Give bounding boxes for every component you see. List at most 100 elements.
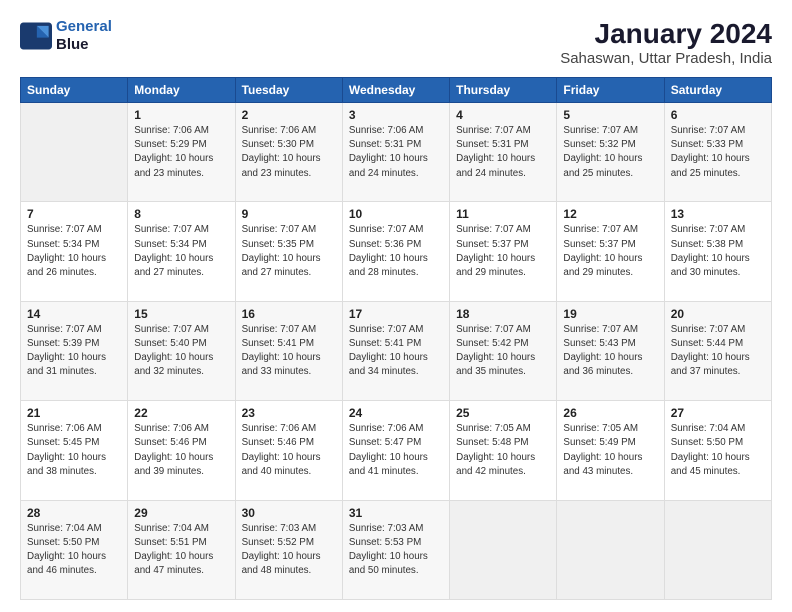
calendar-cell: 6 Sunrise: 7:07 AMSunset: 5:33 PMDayligh… [664,103,771,202]
calendar-cell: 4 Sunrise: 7:07 AMSunset: 5:31 PMDayligh… [450,103,557,202]
weekday-header: Thursday [450,78,557,103]
calendar-week-row: 28 Sunrise: 7:04 AMSunset: 5:50 PMDaylig… [21,500,772,599]
calendar-week-row: 7 Sunrise: 7:07 AMSunset: 5:34 PMDayligh… [21,202,772,301]
day-info: Sunrise: 7:07 AMSunset: 5:41 PMDaylight:… [349,324,428,378]
day-number: 15 [134,307,228,321]
calendar-cell: 20 Sunrise: 7:07 AMSunset: 5:44 PMDaylig… [664,301,771,400]
day-info: Sunrise: 7:07 AMSunset: 5:44 PMDaylight:… [671,324,750,378]
day-info: Sunrise: 7:07 AMSunset: 5:37 PMDaylight:… [456,224,535,278]
header: General Blue January 2024 Sahaswan, Utta… [20,18,772,67]
calendar-cell: 15 Sunrise: 7:07 AMSunset: 5:40 PMDaylig… [128,301,235,400]
day-number: 14 [27,307,121,321]
day-info: Sunrise: 7:06 AMSunset: 5:47 PMDaylight:… [349,423,428,477]
day-number: 22 [134,406,228,420]
day-info: Sunrise: 7:07 AMSunset: 5:36 PMDaylight:… [349,224,428,278]
calendar-cell: 26 Sunrise: 7:05 AMSunset: 5:49 PMDaylig… [557,401,664,500]
calendar-cell: 30 Sunrise: 7:03 AMSunset: 5:52 PMDaylig… [235,500,342,599]
day-number: 25 [456,406,550,420]
calendar-cell: 12 Sunrise: 7:07 AMSunset: 5:37 PMDaylig… [557,202,664,301]
title-block: January 2024 Sahaswan, Uttar Pradesh, In… [560,18,772,67]
day-number: 8 [134,207,228,221]
day-info: Sunrise: 7:07 AMSunset: 5:34 PMDaylight:… [134,224,213,278]
calendar-cell: 24 Sunrise: 7:06 AMSunset: 5:47 PMDaylig… [342,401,449,500]
day-info: Sunrise: 7:06 AMSunset: 5:29 PMDaylight:… [134,125,213,179]
calendar-cell: 16 Sunrise: 7:07 AMSunset: 5:41 PMDaylig… [235,301,342,400]
day-info: Sunrise: 7:07 AMSunset: 5:38 PMDaylight:… [671,224,750,278]
logo: General Blue [20,18,112,54]
day-number: 10 [349,207,443,221]
calendar-cell: 29 Sunrise: 7:04 AMSunset: 5:51 PMDaylig… [128,500,235,599]
calendar-cell: 27 Sunrise: 7:04 AMSunset: 5:50 PMDaylig… [664,401,771,500]
calendar-cell: 19 Sunrise: 7:07 AMSunset: 5:43 PMDaylig… [557,301,664,400]
day-info: Sunrise: 7:07 AMSunset: 5:31 PMDaylight:… [456,125,535,179]
day-info: Sunrise: 7:07 AMSunset: 5:41 PMDaylight:… [242,324,321,378]
day-number: 9 [242,207,336,221]
day-info: Sunrise: 7:03 AMSunset: 5:53 PMDaylight:… [349,523,428,577]
day-number: 2 [242,108,336,122]
day-info: Sunrise: 7:06 AMSunset: 5:30 PMDaylight:… [242,125,321,179]
calendar-cell: 22 Sunrise: 7:06 AMSunset: 5:46 PMDaylig… [128,401,235,500]
calendar-cell [557,500,664,599]
day-info: Sunrise: 7:06 AMSunset: 5:45 PMDaylight:… [27,423,106,477]
day-info: Sunrise: 7:04 AMSunset: 5:50 PMDaylight:… [27,523,106,577]
day-info: Sunrise: 7:05 AMSunset: 5:49 PMDaylight:… [563,423,642,477]
calendar-cell: 1 Sunrise: 7:06 AMSunset: 5:29 PMDayligh… [128,103,235,202]
calendar-cell: 9 Sunrise: 7:07 AMSunset: 5:35 PMDayligh… [235,202,342,301]
calendar-cell: 31 Sunrise: 7:03 AMSunset: 5:53 PMDaylig… [342,500,449,599]
weekday-header: Friday [557,78,664,103]
weekday-header-row: SundayMondayTuesdayWednesdayThursdayFrid… [21,78,772,103]
calendar-table: SundayMondayTuesdayWednesdayThursdayFrid… [20,77,772,600]
weekday-header: Monday [128,78,235,103]
day-number: 28 [27,506,121,520]
calendar-cell [21,103,128,202]
day-number: 20 [671,307,765,321]
day-number: 24 [349,406,443,420]
calendar-cell: 7 Sunrise: 7:07 AMSunset: 5:34 PMDayligh… [21,202,128,301]
day-number: 11 [456,207,550,221]
day-info: Sunrise: 7:03 AMSunset: 5:52 PMDaylight:… [242,523,321,577]
logo-icon [20,22,52,50]
calendar-cell: 14 Sunrise: 7:07 AMSunset: 5:39 PMDaylig… [21,301,128,400]
day-info: Sunrise: 7:06 AMSunset: 5:31 PMDaylight:… [349,125,428,179]
calendar-week-row: 21 Sunrise: 7:06 AMSunset: 5:45 PMDaylig… [21,401,772,500]
day-number: 17 [349,307,443,321]
day-info: Sunrise: 7:07 AMSunset: 5:32 PMDaylight:… [563,125,642,179]
day-info: Sunrise: 7:05 AMSunset: 5:48 PMDaylight:… [456,423,535,477]
day-info: Sunrise: 7:07 AMSunset: 5:40 PMDaylight:… [134,324,213,378]
day-number: 19 [563,307,657,321]
calendar-cell: 11 Sunrise: 7:07 AMSunset: 5:37 PMDaylig… [450,202,557,301]
calendar-cell: 23 Sunrise: 7:06 AMSunset: 5:46 PMDaylig… [235,401,342,500]
day-number: 1 [134,108,228,122]
day-number: 13 [671,207,765,221]
day-info: Sunrise: 7:07 AMSunset: 5:43 PMDaylight:… [563,324,642,378]
weekday-header: Saturday [664,78,771,103]
calendar-cell: 18 Sunrise: 7:07 AMSunset: 5:42 PMDaylig… [450,301,557,400]
day-number: 7 [27,207,121,221]
calendar-cell: 17 Sunrise: 7:07 AMSunset: 5:41 PMDaylig… [342,301,449,400]
day-number: 16 [242,307,336,321]
day-info: Sunrise: 7:07 AMSunset: 5:35 PMDaylight:… [242,224,321,278]
day-info: Sunrise: 7:04 AMSunset: 5:51 PMDaylight:… [134,523,213,577]
day-number: 21 [27,406,121,420]
day-info: Sunrise: 7:07 AMSunset: 5:37 PMDaylight:… [563,224,642,278]
calendar-subtitle: Sahaswan, Uttar Pradesh, India [560,50,772,67]
calendar-cell: 2 Sunrise: 7:06 AMSunset: 5:30 PMDayligh… [235,103,342,202]
day-number: 6 [671,108,765,122]
day-info: Sunrise: 7:07 AMSunset: 5:33 PMDaylight:… [671,125,750,179]
calendar-cell: 25 Sunrise: 7:05 AMSunset: 5:48 PMDaylig… [450,401,557,500]
logo-text: General Blue [56,18,112,54]
day-number: 30 [242,506,336,520]
day-number: 26 [563,406,657,420]
day-info: Sunrise: 7:07 AMSunset: 5:34 PMDaylight:… [27,224,106,278]
page: General Blue January 2024 Sahaswan, Utta… [0,0,792,612]
calendar-cell [450,500,557,599]
day-number: 31 [349,506,443,520]
day-number: 18 [456,307,550,321]
calendar-cell: 21 Sunrise: 7:06 AMSunset: 5:45 PMDaylig… [21,401,128,500]
day-number: 5 [563,108,657,122]
day-info: Sunrise: 7:07 AMSunset: 5:39 PMDaylight:… [27,324,106,378]
calendar-cell: 13 Sunrise: 7:07 AMSunset: 5:38 PMDaylig… [664,202,771,301]
day-number: 4 [456,108,550,122]
calendar-week-row: 14 Sunrise: 7:07 AMSunset: 5:39 PMDaylig… [21,301,772,400]
day-number: 27 [671,406,765,420]
